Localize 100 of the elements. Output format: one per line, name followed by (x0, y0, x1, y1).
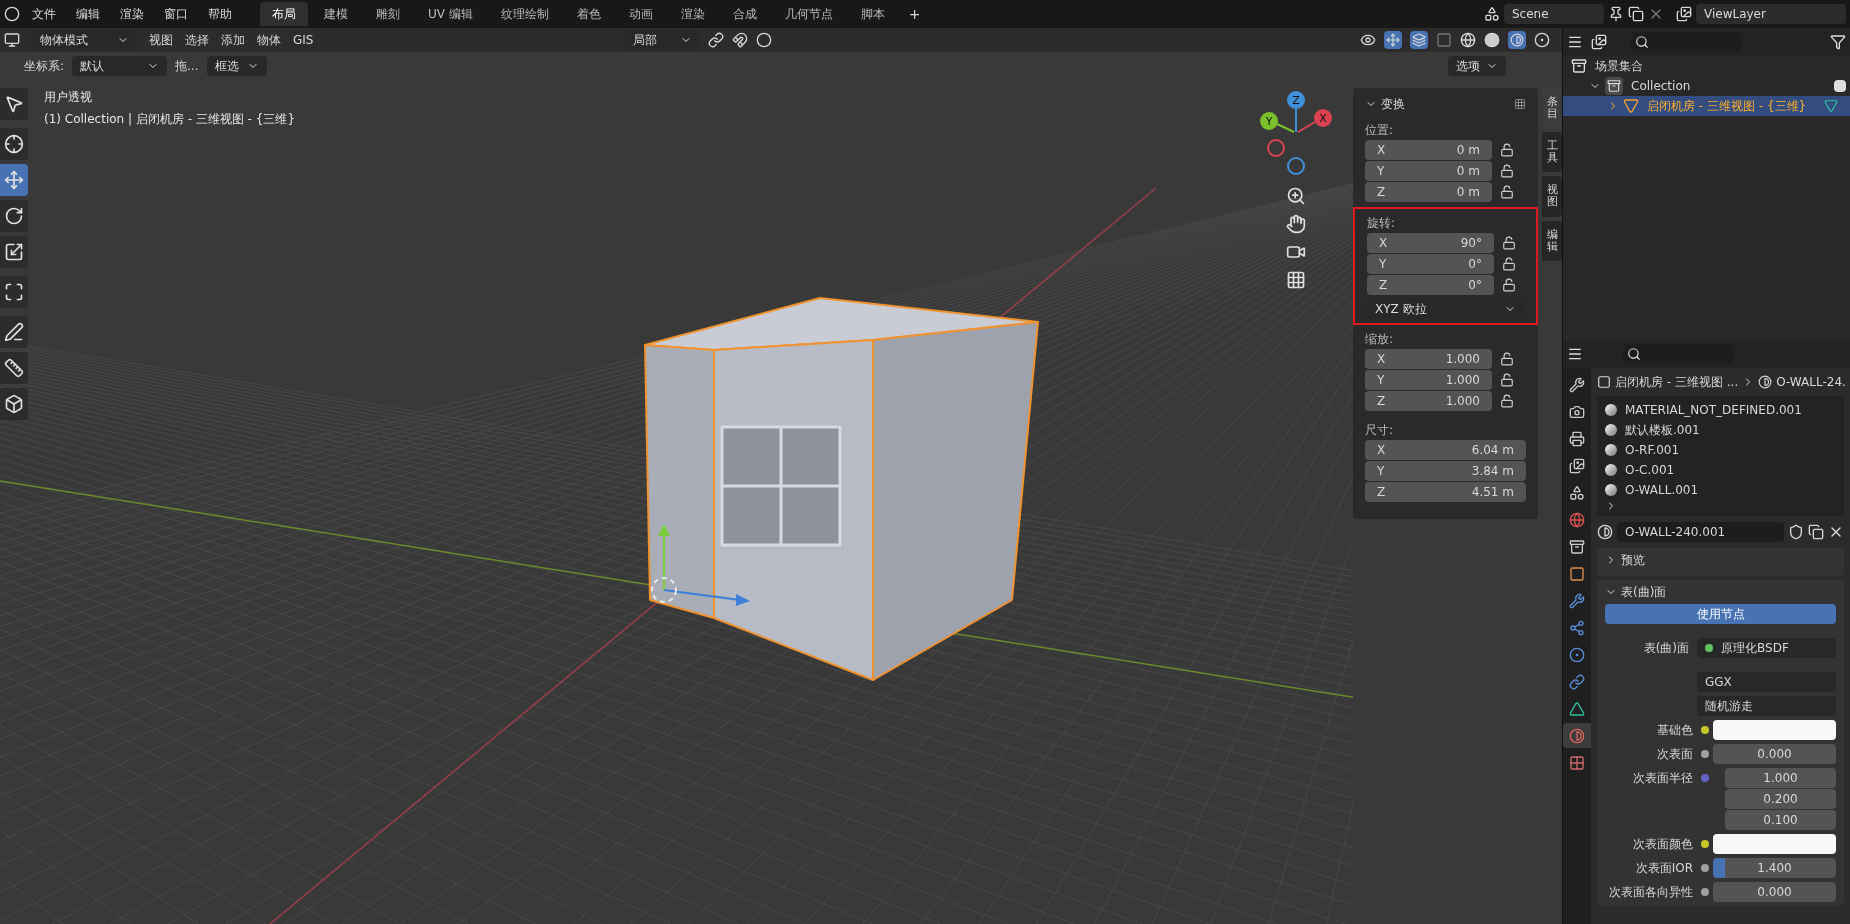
copy-icon[interactable] (1808, 524, 1824, 540)
outliner-row[interactable]: Collection (1563, 76, 1850, 96)
workspace-tab[interactable]: 几何节点 (772, 2, 845, 26)
checkbox[interactable] (1834, 80, 1846, 92)
xray-icon[interactable] (1436, 32, 1452, 48)
proportional-icon[interactable] (756, 32, 773, 48)
axis-handle[interactable] (1267, 139, 1285, 157)
lock-icon[interactable] (1500, 143, 1514, 157)
number-field[interactable]: Y 0° (1367, 254, 1494, 274)
sidebar-tab[interactable]: 条目 (1542, 88, 1562, 129)
menu-item[interactable]: GIS (293, 31, 314, 49)
app-logo-icon[interactable] (4, 6, 20, 22)
eye-icon[interactable] (1360, 32, 1376, 48)
mode-dropdown[interactable]: 物体模式 (32, 30, 137, 50)
number-field[interactable]: Z 0° (1367, 275, 1494, 295)
shield-icon[interactable] (1788, 524, 1804, 540)
orientation-dropdown[interactable]: 局部 (625, 30, 701, 50)
tool-button[interactable] (0, 276, 28, 308)
menu-item[interactable]: 文件 (24, 5, 64, 23)
zoom-icon[interactable] (1286, 186, 1306, 206)
menu-item[interactable]: 编辑 (68, 5, 108, 23)
menu-item[interactable]: 添加 (221, 31, 245, 49)
number-field[interactable]: X 6.04 m (1365, 440, 1526, 460)
axis-handle[interactable]: Z (1287, 91, 1305, 133)
slider-field[interactable]: 1.400 (1713, 858, 1836, 878)
section-header[interactable]: 表(曲)面 (1597, 580, 1675, 604)
outliner-row[interactable]: 启闭机房 - 三维视图 - {三维} (1563, 96, 1850, 116)
number-field[interactable]: Z 0 m (1365, 182, 1492, 202)
lock-icon[interactable] (1500, 394, 1514, 408)
display-mode-icon[interactable] (1591, 34, 1607, 50)
editor-type-icon[interactable] (1567, 346, 1583, 362)
tool-button[interactable] (0, 236, 28, 268)
workspace-tab[interactable]: 动画 (616, 2, 665, 26)
material-shading-toggle[interactable] (1508, 31, 1526, 49)
pin-icon[interactable] (1608, 6, 1624, 22)
workspace-tab[interactable]: UV 编辑 (416, 2, 485, 26)
tool-button[interactable] (0, 88, 28, 120)
number-field[interactable]: Y 3.84 m (1365, 461, 1526, 481)
use-nodes-button[interactable]: 使用节点 (1605, 604, 1836, 624)
scene-icon[interactable] (1484, 6, 1500, 22)
tool-button[interactable] (0, 352, 28, 384)
number-field[interactable]: 1.000 (1725, 768, 1836, 788)
number-field[interactable]: Y 0 m (1365, 161, 1492, 181)
menu-item[interactable]: 视图 (149, 31, 173, 49)
filter-icon[interactable] (1830, 34, 1846, 50)
orientation-dropdown[interactable]: 默认 (72, 56, 168, 76)
tool-button[interactable] (0, 316, 28, 348)
lock-icon[interactable] (1500, 373, 1514, 387)
material-slot[interactable]: MATERIAL_NOT_DEFINED.001 (1605, 400, 1836, 420)
copy-icon[interactable] (1628, 6, 1644, 22)
workspace-tab[interactable]: 着色 (564, 2, 613, 26)
color-swatch[interactable] (1713, 720, 1836, 740)
tool-button[interactable] (0, 200, 28, 232)
number-field[interactable]: Z 4.51 m (1365, 482, 1526, 502)
hand-icon[interactable] (1286, 214, 1306, 234)
lock-icon[interactable] (1500, 185, 1514, 199)
material-name-field[interactable]: O-WALL-240.001 (1617, 522, 1784, 542)
axis-handle[interactable]: X (1297, 109, 1332, 133)
lock-icon[interactable] (1500, 164, 1514, 178)
lock-icon[interactable] (1500, 352, 1514, 366)
grid-icon[interactable] (1286, 270, 1306, 290)
number-field[interactable]: 0.000 (1713, 744, 1836, 764)
solid-shading-icon[interactable] (1484, 32, 1500, 48)
distribution-dropdown[interactable]: GGX (1697, 672, 1836, 692)
workspace-tab[interactable]: 雕刻 (364, 2, 412, 26)
number-field[interactable]: 0.100 (1725, 810, 1836, 830)
menu-item[interactable]: 选择 (185, 31, 209, 49)
workspace-tab[interactable]: 布局 (260, 2, 308, 26)
sidebar-tab[interactable]: 视图 (1542, 176, 1562, 217)
number-field[interactable]: X 90° (1367, 233, 1494, 253)
material-browse-icon[interactable] (1597, 524, 1613, 540)
tool-button[interactable] (0, 388, 28, 420)
magnet-icon[interactable] (732, 32, 749, 48)
number-field[interactable]: Z 1.000 (1365, 391, 1492, 411)
axis-handle[interactable]: Y (1260, 112, 1295, 133)
section-header[interactable]: 预览 (1597, 548, 1653, 572)
menu-item[interactable]: 帮助 (200, 5, 240, 23)
sidebar-tab[interactable]: 编辑 (1542, 220, 1562, 261)
menu-item[interactable]: 物体 (257, 31, 281, 49)
workspace-tab[interactable]: 脚本 (848, 2, 897, 26)
number-field[interactable]: 0.200 (1725, 789, 1836, 809)
material-slot[interactable]: O-RF.001 (1605, 440, 1836, 460)
material-slot[interactable]: 默认楼板.001 (1605, 420, 1836, 440)
tool-button[interactable] (0, 128, 28, 160)
view-layer-icon[interactable] (1676, 6, 1692, 22)
rendered-shading-icon[interactable] (1534, 32, 1550, 48)
workspace-tab[interactable]: 纹理绘制 (488, 2, 561, 26)
drag-dropdown[interactable]: 框选 (206, 56, 267, 76)
add-workspace-button[interactable]: + (900, 3, 929, 25)
lock-icon[interactable] (1502, 236, 1516, 250)
workspace-tab[interactable]: 合成 (720, 2, 769, 26)
search-field[interactable] (1623, 344, 1733, 364)
gizmo-toggle[interactable] (1384, 31, 1402, 49)
color-swatch[interactable] (1713, 834, 1836, 854)
menu-item[interactable]: 渲染 (112, 5, 152, 23)
lock-icon[interactable] (1502, 257, 1516, 271)
number-field[interactable]: X 1.000 (1365, 349, 1492, 369)
number-field[interactable]: Y 1.000 (1365, 370, 1492, 390)
scene-field[interactable]: Scene (1504, 4, 1604, 24)
editor-type-icon[interactable] (1567, 34, 1583, 50)
